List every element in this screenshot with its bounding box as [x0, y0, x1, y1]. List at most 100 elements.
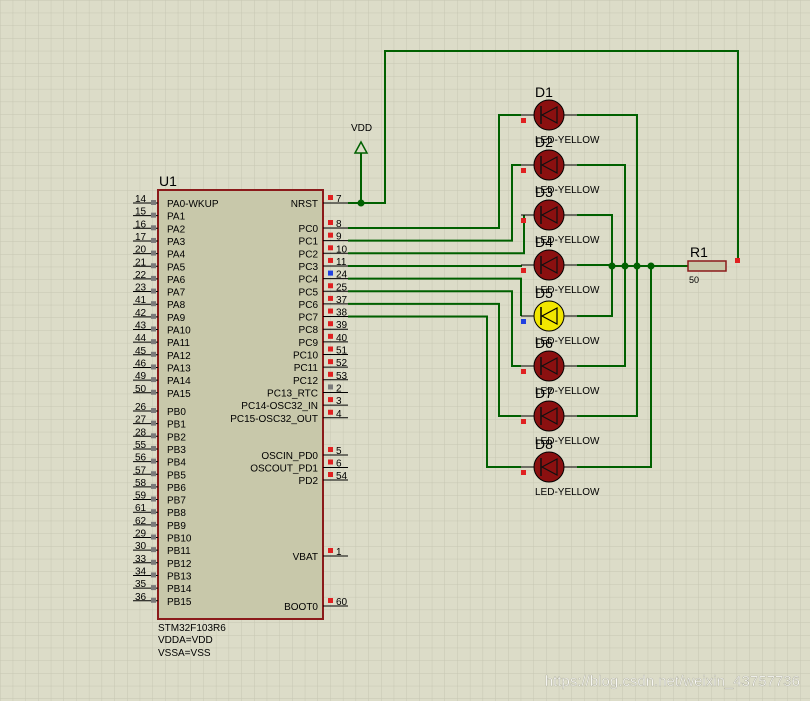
pin-number: 11: [336, 257, 347, 268]
led-body[interactable]: [533, 99, 565, 131]
pin-state-marker: [328, 195, 333, 200]
schematic-canvas[interactable]: U1 14 PA0-WKUP15 PA116 PA217 PA320 PA421 PA522…: [0, 0, 810, 701]
pin-state-marker: [328, 270, 333, 276]
pin-number: 56: [135, 453, 147, 464]
pin-state-marker: [151, 559, 156, 565]
pin-label: PC8: [299, 325, 319, 336]
pin-label: PB2: [167, 432, 186, 443]
pin-number: 16: [135, 219, 147, 230]
pin-label: PC7: [299, 313, 319, 324]
pin-label: PC3: [299, 262, 319, 273]
pin-label: PA10: [167, 326, 191, 337]
led-ref: D7: [535, 385, 553, 401]
pin-label: PB8: [167, 508, 186, 519]
pin-label: PD2: [299, 476, 319, 487]
junction-dot: [621, 262, 629, 270]
pin-state-marker: [521, 470, 526, 475]
pin-state-marker: [521, 419, 526, 424]
pin-number: 15: [135, 207, 147, 218]
pin-label: PC4: [299, 275, 319, 286]
pin-state-marker: [151, 458, 156, 464]
pin-state-marker: [151, 471, 156, 477]
pin-number: 58: [135, 478, 147, 489]
pin-number: 2: [336, 383, 342, 394]
pin-number: 30: [135, 541, 147, 552]
pin-number: 57: [135, 465, 147, 476]
pin-number: 50: [135, 384, 147, 395]
pin-label: PB13: [167, 571, 192, 582]
pin-label: PA3: [167, 237, 186, 248]
pin-state-marker: [151, 521, 156, 527]
led-body[interactable]: [533, 149, 565, 181]
pin-label: PA9: [167, 313, 186, 324]
pin-label: PB0: [167, 407, 186, 418]
pin-label: PA6: [167, 275, 186, 286]
pin-state-marker: [328, 409, 333, 415]
pin-label: PB11: [167, 546, 191, 557]
pin-state-marker: [151, 572, 156, 578]
pin-label: PA2: [167, 224, 186, 235]
led-body[interactable]: [533, 451, 565, 483]
grid-background: [0, 0, 810, 701]
pin-label: PB12: [167, 559, 192, 570]
pin-label: PC14-OSC32_IN: [241, 401, 318, 412]
pin-state-marker: [328, 295, 333, 301]
pin-label: PC9: [299, 338, 319, 349]
resistor-body[interactable]: [687, 260, 727, 272]
led-body[interactable]: [533, 199, 565, 231]
led-body[interactable]: [533, 400, 565, 432]
resistor-ref: R1: [690, 244, 708, 260]
pin-number: 27: [135, 415, 147, 426]
junction-dot: [608, 262, 616, 270]
pin-state-marker: [151, 351, 156, 357]
pin-label: PC12: [293, 376, 318, 387]
pin-state-marker: [328, 232, 333, 238]
pin-label: PA5: [167, 262, 186, 273]
pin-state-marker: [328, 472, 333, 477]
pin-label: BOOT0: [284, 602, 318, 613]
pin-state-marker: [151, 433, 156, 439]
pin-state-marker: [328, 321, 333, 327]
wire: [348, 264, 522, 267]
pin-label: PB4: [167, 458, 186, 469]
pin-state-marker: [151, 509, 156, 515]
pin-label: PC5: [299, 287, 319, 298]
pin-state-marker: [521, 268, 526, 273]
mcu-chip[interactable]: U1 14 PA0-WKUP15 PA116 PA217 PA320 PA421 PA522…: [133, 173, 348, 659]
pin-label: OSCOUT_PD1: [250, 464, 318, 475]
pin-label: PC1: [299, 237, 319, 248]
led-ref: D5: [535, 285, 553, 301]
pin-number: 17: [135, 232, 147, 243]
pin-number: 49: [135, 371, 147, 382]
pin-label: PA7: [167, 288, 186, 299]
pin-label: PB9: [167, 521, 186, 532]
pin-state-marker: [151, 225, 156, 231]
pin-state-marker: [151, 496, 156, 502]
pin-number: 60: [336, 597, 348, 608]
led-body[interactable]: [533, 350, 565, 382]
pin-number: 23: [135, 283, 147, 294]
vdd-label: VDD: [351, 123, 372, 134]
pin-state-marker: [151, 585, 156, 591]
pin-label: PC15-OSC32_OUT: [230, 414, 318, 425]
led-ref: D2: [535, 134, 553, 150]
pin-number: 24: [336, 270, 348, 281]
pin-label: PB3: [167, 445, 186, 456]
pin-number: 7: [336, 194, 342, 205]
pin-state-marker: [521, 369, 526, 374]
pin-state-marker: [328, 283, 333, 289]
pin-number: 41: [135, 295, 147, 306]
pin-state-marker: [151, 377, 156, 383]
pin-label: PA14: [167, 376, 191, 387]
pin-number: 22: [135, 270, 147, 281]
pin-label: PC11: [294, 363, 319, 374]
pin-state-marker: [151, 263, 156, 269]
pin-number: 25: [336, 282, 348, 293]
pin-state-marker: [151, 275, 156, 281]
pin-state-marker: [151, 389, 156, 395]
pin-number: 46: [135, 358, 147, 369]
led-body[interactable]: [533, 249, 565, 281]
led-ref: D6: [535, 335, 553, 351]
pin-label: PA12: [167, 351, 191, 362]
pin-state-marker: [328, 384, 333, 390]
